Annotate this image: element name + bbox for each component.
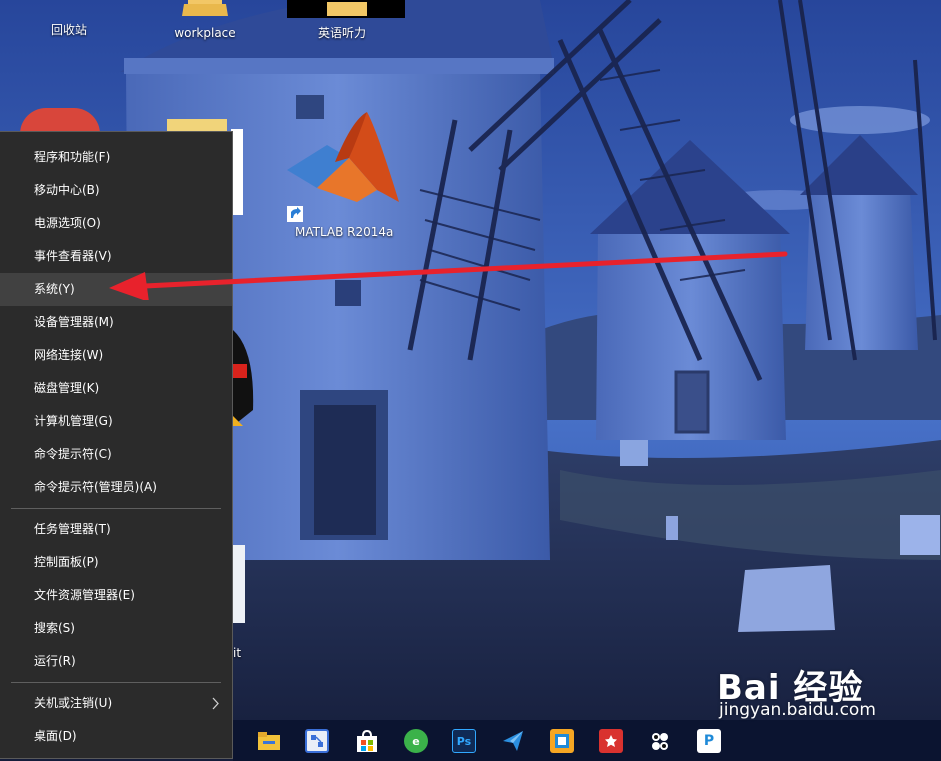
menu-item-device-manager[interactable]: 设备管理器(M) — [0, 306, 232, 339]
menu-item-computer-management[interactable]: 计算机管理(G) — [0, 405, 232, 438]
desktop-icon-label: workplace — [174, 26, 236, 40]
pp-assistant-icon[interactable]: P — [697, 729, 721, 753]
baidu-jingyan-watermark: Bai 经验 jingyan.baidu.com — [717, 660, 889, 720]
menu-item-power-options[interactable]: 电源选项(O) — [0, 207, 232, 240]
file-explorer-icon[interactable] — [257, 729, 281, 753]
menu-item-mobility-center[interactable]: 移动中心(B) — [0, 174, 232, 207]
desktop-icon-partial-qq[interactable] — [233, 330, 255, 426]
menu-group-power: 关机或注销(U) 桌面(D) — [0, 687, 232, 753]
menu-item-label: 关机或注销(U) — [34, 696, 113, 710]
menu-item-label: 文件资源管理器(E) — [34, 588, 135, 602]
menu-item-command-prompt[interactable]: 命令提示符(C) — [0, 438, 232, 471]
desktop-icon-english-listening[interactable]: 英语听力 — [281, 0, 405, 41]
menu-item-label: 桌面(D) — [34, 729, 77, 743]
menu-item-label: 计算机管理(G) — [34, 414, 113, 428]
menu-item-control-panel[interactable]: 控制面板(P) — [0, 546, 232, 579]
desktop-icon-label: MATLAB R2014a — [295, 225, 394, 239]
desktop-icon-partial-doc[interactable] — [233, 545, 245, 623]
menu-group-system: 任务管理器(T) 控制面板(P) 文件资源管理器(E) 搜索(S) 运行(R) — [0, 513, 232, 678]
desktop-icon-matlab[interactable]: MATLAB R2014a — [287, 110, 407, 240]
desktop-icon-label: 英语听力 — [317, 26, 366, 40]
desktop-icon-label-partial: it — [233, 646, 242, 660]
menu-group-tools: 程序和功能(F) 移动中心(B) 电源选项(O) 事件查看器(V) 系统(Y) … — [0, 141, 232, 504]
360-browser-icon[interactable]: e — [404, 729, 428, 753]
menu-item-desktop[interactable]: 桌面(D) — [0, 720, 232, 753]
menu-item-label: 搜索(S) — [34, 621, 75, 635]
menu-item-label: 电源选项(O) — [34, 216, 101, 230]
menu-separator — [11, 682, 221, 683]
menu-item-label: 事件查看器(V) — [34, 249, 112, 263]
menu-item-task-manager[interactable]: 任务管理器(T) — [0, 513, 232, 546]
desktop-icon-label: 回收站 — [50, 23, 87, 37]
menu-item-shutdown-signout[interactable]: 关机或注销(U) — [0, 687, 232, 720]
menu-item-run[interactable]: 运行(R) — [0, 645, 232, 678]
menu-item-label: 程序和功能(F) — [34, 150, 111, 164]
menu-item-label: 命令提示符(C) — [34, 447, 112, 461]
pp-glyph: P — [703, 733, 715, 749]
desktop-icon-workplace[interactable]: workplace — [150, 0, 260, 41]
menu-item-command-prompt-admin[interactable]: 命令提示符(管理员)(A) — [0, 471, 232, 504]
annotation-arrow — [105, 250, 795, 304]
desktop-icon-recycle-bin[interactable]: 回收站 — [14, 0, 124, 38]
menu-item-label: 磁盘管理(K) — [34, 381, 100, 395]
menu-item-label: 控制面板(P) — [34, 555, 99, 569]
wps-icon[interactable] — [599, 729, 623, 753]
menu-item-label: 任务管理器(T) — [34, 522, 111, 536]
store-icon[interactable] — [355, 729, 379, 753]
menu-item-file-explorer[interactable]: 文件资源管理器(E) — [0, 579, 232, 612]
menu-item-search[interactable]: 搜索(S) — [0, 612, 232, 645]
windows-app-icon[interactable] — [550, 729, 574, 753]
browser-glyph: e — [412, 734, 420, 748]
menu-item-label: 设备管理器(M) — [34, 315, 114, 329]
feiyu-icon[interactable] — [501, 729, 525, 753]
qq-icon[interactable] — [648, 729, 672, 753]
winx-context-menu: 程序和功能(F) 移动中心(B) 电源选项(O) 事件查看器(V) 系统(Y) … — [0, 131, 233, 759]
folder-icon — [281, 0, 405, 23]
watermark-url: jingyan.baidu.com — [719, 700, 876, 720]
menu-separator — [11, 508, 221, 509]
folder-icon — [150, 0, 260, 23]
menu-item-label: 网络连接(W) — [34, 348, 104, 362]
menu-item-disk-management[interactable]: 磁盘管理(K) — [0, 372, 232, 405]
menu-item-label: 系统(Y) — [34, 282, 75, 296]
photoshop-glyph: Ps — [456, 734, 472, 748]
menu-item-label: 移动中心(B) — [34, 183, 100, 197]
photoshop-icon[interactable]: Ps — [452, 729, 476, 753]
menu-item-network-connections[interactable]: 网络连接(W) — [0, 339, 232, 372]
matlab-icon — [287, 110, 407, 222]
menu-item-label: 运行(R) — [34, 654, 76, 668]
network-app-icon[interactable] — [305, 729, 329, 753]
menu-item-label: 命令提示符(管理员)(A) — [34, 480, 157, 494]
taskbar: e Ps P — [233, 720, 941, 761]
menu-item-programs-features[interactable]: 程序和功能(F) — [0, 141, 232, 174]
